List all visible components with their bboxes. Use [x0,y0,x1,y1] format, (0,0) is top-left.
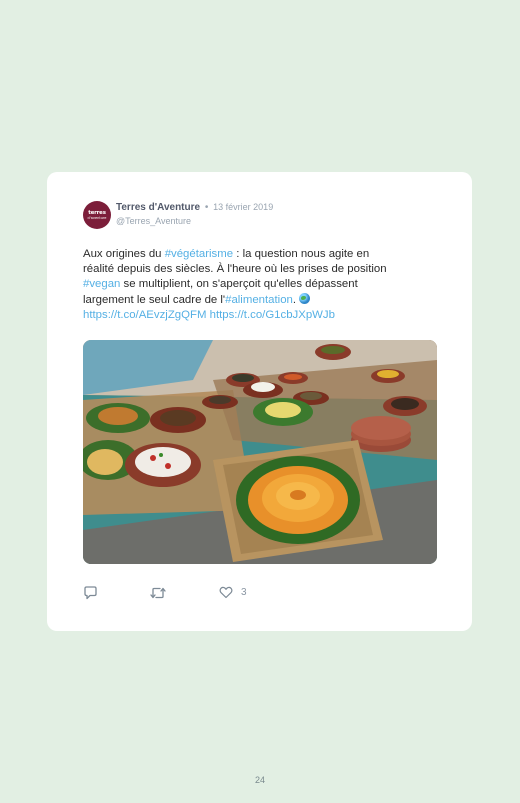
tweet-text-segment: réalité depuis des siècles. À l'heure où… [83,263,387,275]
tweet-line: largement le seul cadre de l'#alimentati… [83,292,443,308]
tweet-text-segment: . [292,294,297,306]
tweet-line: https://t.co/AEvzjZgQFM https://t.co/G1c… [83,308,443,323]
tweet-line: réalité depuis des siècles. À l'heure où… [83,262,443,277]
tweet-text-segment: se multiplient, on s'aperçoit qu'elles d… [120,278,358,290]
hashtag-link[interactable]: #vegan [83,278,120,290]
url-link[interactable]: https://t.co/AEvzjZgQFM [83,309,206,321]
retweet-icon [150,587,166,599]
like-count: 3 [241,587,247,598]
page-number: 24 [254,775,265,785]
food-spread-illustration [83,340,437,564]
author-handle[interactable]: @Terres_Aventure [116,216,191,226]
tweet-text-segment: Aux origines du [83,248,165,260]
header-separator: • [204,202,209,213]
heart-icon [219,586,233,599]
retweet-button[interactable] [149,586,167,600]
reply-icon [84,586,97,600]
url-link[interactable]: https://t.co/G1cbJXpWJb [210,309,335,321]
hashtag-link[interactable]: #alimentation [225,294,293,306]
globe-emoji-icon [299,293,311,304]
tweet-line: #vegan se multiplient, on s'aperçoit qu'… [83,277,443,292]
tweet-line: Aux origines du #végétarisme : la questi… [83,247,443,262]
reply-button[interactable] [83,586,98,600]
tweet-photo[interactable] [83,340,437,564]
like-button[interactable]: 3 [219,586,247,599]
avatar-logo-subtext: d'aventure [87,216,107,220]
tweet-text: Aux origines du #végétarisme : la questi… [83,247,443,323]
tweet-text-segment: : la question nous agite en [233,248,370,260]
hashtag-link[interactable]: #végétarisme [165,248,233,260]
tweet-header: Terres d'Aventure • 13 février 2019 [116,202,273,213]
tweet-date[interactable]: 13 février 2019 [213,202,273,212]
tweet-text-segment: largement le seul cadre de l' [83,294,226,306]
tweet-card: terres d'aventure Terres d'Aventure • 13… [47,172,472,631]
tweet-actions: 3 [83,586,383,602]
author-name[interactable]: Terres d'Aventure [116,202,200,213]
avatar[interactable]: terres d'aventure [83,201,111,229]
